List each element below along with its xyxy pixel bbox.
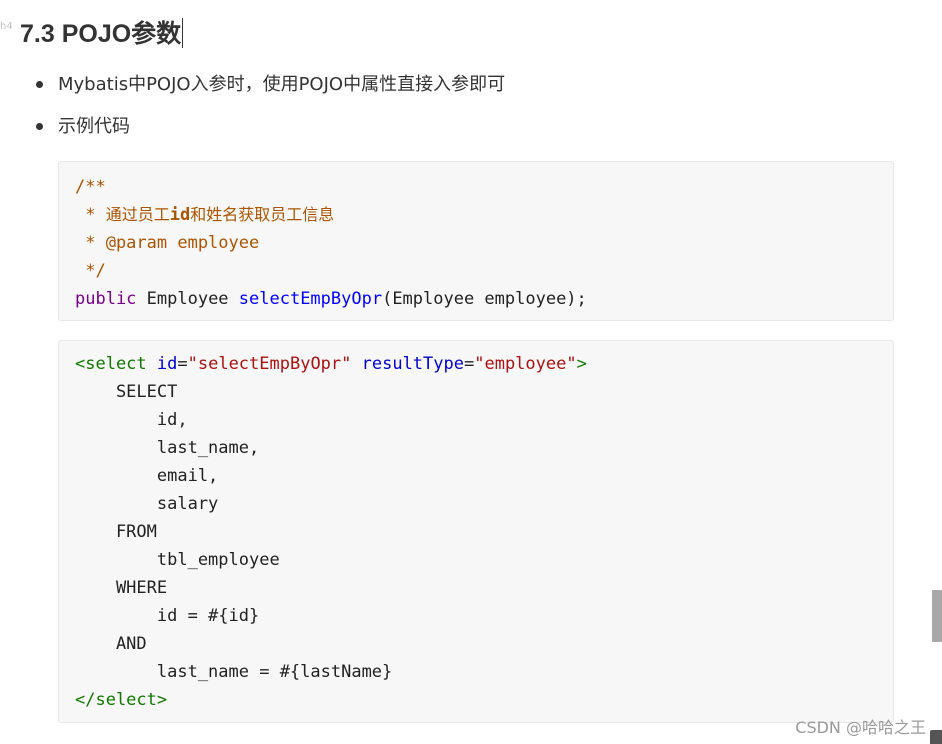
code-line: id = #{id} (75, 606, 260, 626)
code-tag: <select (75, 354, 147, 374)
code-comment: 和姓名获取员工信息 (190, 205, 335, 224)
code-line: </select> (75, 686, 893, 714)
code-line: tbl_employee (75, 550, 280, 570)
code-type: Employee (136, 289, 239, 309)
code-line: salary (75, 494, 219, 514)
code-comment: id (169, 205, 191, 225)
section-heading-text: 7.3 POJO参数 (20, 20, 182, 48)
code-line: last_name, (75, 438, 260, 458)
bullet-dot-icon (36, 81, 43, 88)
bullet-text: Mybatis中POJO入参时，使用POJO中属性直接入参即可 (58, 74, 506, 95)
code-operator: = (177, 354, 188, 374)
code-args: (Employee employee); (382, 289, 587, 309)
code-string: "selectEmpByOpr" (187, 354, 352, 374)
code-operator: = (463, 354, 475, 374)
code-line: * @param employee (75, 229, 893, 257)
code-line: <select id="selectEmpByOpr" resultType="… (75, 350, 893, 378)
code-line: AND (75, 634, 147, 654)
code-line: /** (75, 173, 893, 201)
code-line: WHERE (75, 578, 168, 598)
code-comment: /** (75, 177, 106, 197)
code-comment: */ (75, 261, 106, 281)
vertical-scrollbar[interactable] (932, 0, 942, 744)
code-line: * 通过员工id和姓名获取员工信息 (75, 201, 893, 229)
heading-level-marker: h4 (0, 21, 13, 32)
code-tag: > (576, 354, 587, 374)
code-attribute: resultType (351, 354, 464, 374)
java-code-block[interactable]: /** * 通过员工id和姓名获取员工信息 * @param employee … (58, 161, 894, 321)
code-line: */ (75, 257, 893, 285)
bullet-dot-icon (36, 123, 43, 130)
csdn-watermark: CSDN @哈哈之王 (795, 718, 926, 737)
section-heading: 7.3 POJO参数 (20, 14, 184, 50)
code-tag: </select> (75, 690, 168, 710)
scrollbar-thumb[interactable] (932, 590, 942, 642)
code-line: id, (75, 410, 188, 430)
code-line: email, (75, 466, 219, 486)
code-method-name: selectEmpByOpr (238, 289, 383, 309)
code-line: SELECT (75, 382, 178, 402)
code-attribute: id (146, 354, 178, 374)
code-line: public Employee selectEmpByOpr(Employee … (75, 285, 893, 313)
bullet-item-example-code: 示例代码 (0, 106, 505, 148)
code-keyword: public (75, 289, 137, 309)
code-string: "employee" (474, 354, 577, 374)
code-comment: 通过员工 (105, 205, 170, 224)
text-cursor (182, 18, 184, 48)
corner-resize-handle[interactable] (930, 730, 942, 744)
xml-code-block[interactable]: <select id="selectEmpByOpr" resultType="… (58, 340, 894, 723)
code-comment: * (75, 205, 106, 225)
bullet-list: Mybatis中POJO入参时，使用POJO中属性直接入参即可 示例代码 (0, 64, 505, 148)
bullet-text: 示例代码 (58, 116, 130, 137)
code-line: last_name = #{lastName} (75, 662, 393, 682)
code-line: FROM (75, 522, 157, 542)
bullet-item-pojo-description: Mybatis中POJO入参时，使用POJO中属性直接入参即可 (0, 64, 505, 106)
code-comment: * @param employee (75, 233, 260, 253)
